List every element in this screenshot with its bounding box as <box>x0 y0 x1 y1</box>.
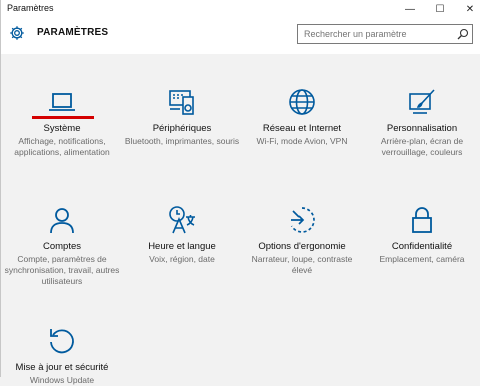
category-system[interactable]: Système Affichage, notifications, applic… <box>2 87 122 158</box>
header: PARAMÈTRES <box>1 18 480 54</box>
category-ease-of-access[interactable]: Options d'ergonomie Narrateur, loupe, co… <box>242 205 362 276</box>
paint-icon <box>409 89 435 114</box>
category-label: Options d'ergonomie <box>258 241 346 252</box>
category-description: Affichage, notifications, applications, … <box>14 136 110 157</box>
category-description: Bluetooth, imprimantes, souris <box>124 136 240 146</box>
category-description: Wi-Fi, mode Avion, VPN <box>256 136 348 146</box>
ease-of-access-icon <box>290 207 315 233</box>
highlight-underline <box>32 116 94 119</box>
minimize-button[interactable]: — <box>395 0 425 18</box>
category-label: Heure et langue <box>148 241 216 252</box>
window-title: Paramètres <box>7 3 54 13</box>
category-label: Périphériques <box>152 123 212 134</box>
category-label: Comptes <box>42 241 81 252</box>
update-icon <box>50 329 74 354</box>
search-icon[interactable] <box>457 28 469 40</box>
category-label: Réseau et Internet <box>262 123 342 134</box>
laptop-icon <box>49 93 75 111</box>
person-icon <box>50 208 74 234</box>
category-network[interactable]: Réseau et Internet Wi-Fi, mode Avion, VP… <box>242 87 362 147</box>
category-label: Mise à jour et sécurité <box>15 362 109 373</box>
maximize-button[interactable]: ☐ <box>425 0 455 18</box>
category-description: Arrière-plan, écran de verrouillage, cou… <box>380 136 464 157</box>
category-description: Compte, paramètres de synchronisation, t… <box>4 254 120 286</box>
devices-icon <box>169 90 194 115</box>
settings-window: Paramètres — ☐ ✕ PARAMÈTRES Rechercher u… <box>0 0 480 385</box>
search-box[interactable] <box>297 24 473 44</box>
gear-icon <box>10 26 24 40</box>
category-time-language[interactable]: Heure et langue Voix, région, date <box>122 205 242 265</box>
category-devices[interactable]: Périphériques Bluetooth, imprimantes, so… <box>122 87 242 147</box>
title-bar: Paramètres — ☐ ✕ <box>1 0 480 18</box>
category-accounts[interactable]: Comptes Compte, paramètres de synchronis… <box>2 205 122 287</box>
lock-icon <box>412 207 432 233</box>
search-input[interactable] <box>298 25 454 43</box>
close-button[interactable]: ✕ <box>455 0 480 18</box>
category-description: Voix, région, date <box>149 254 215 264</box>
category-description: Narrateur, loupe, contraste élevé <box>251 254 353 275</box>
category-label: Confidentialité <box>391 241 453 252</box>
category-privacy[interactable]: Confidentialité Emplacement, caméra <box>362 205 480 265</box>
time-language-icon <box>169 206 195 234</box>
category-personalization[interactable]: Personnalisation Arrière-plan, écran de … <box>362 87 480 158</box>
category-label: Personnalisation <box>386 123 458 134</box>
globe-icon <box>289 89 315 115</box>
page-title: PARAMÈTRES <box>37 27 109 38</box>
category-update-security[interactable]: Mise à jour et sécurité Windows Update <box>2 326 122 386</box>
category-label: Système <box>43 123 81 134</box>
category-description: Emplacement, caméra <box>379 254 465 264</box>
